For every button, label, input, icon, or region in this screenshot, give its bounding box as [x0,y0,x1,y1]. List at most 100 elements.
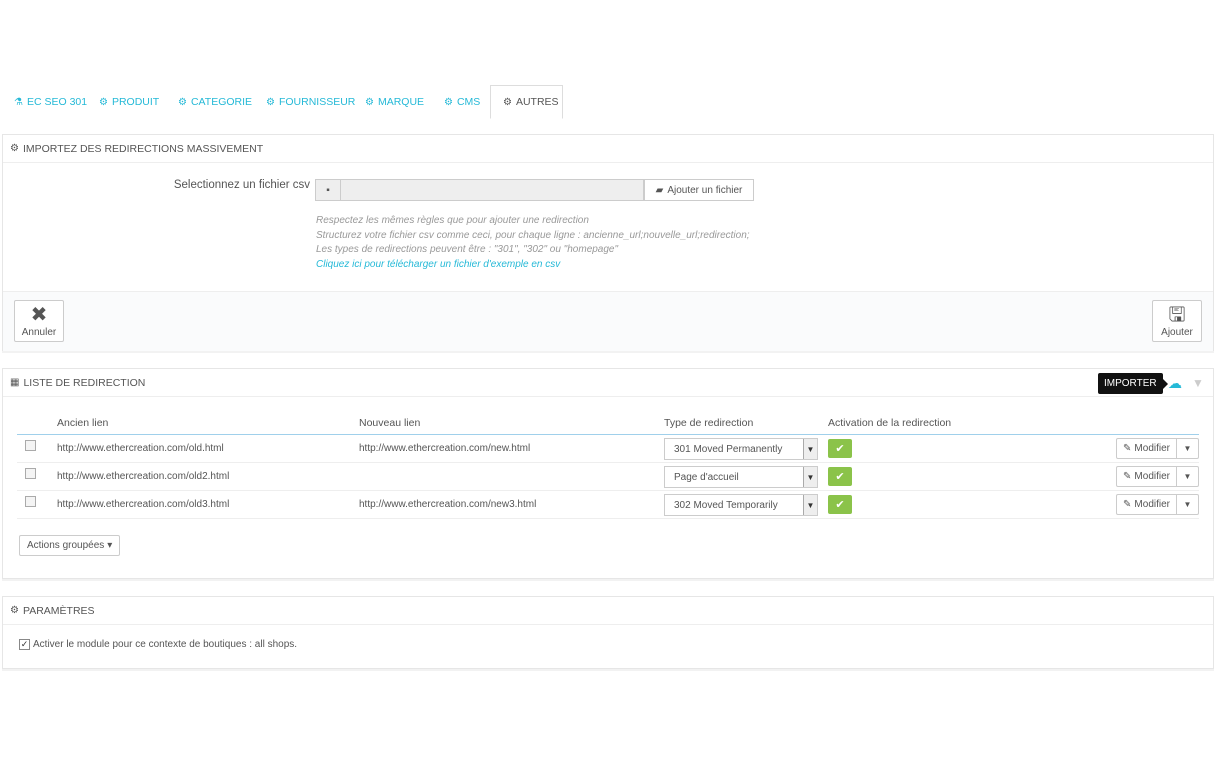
file-input-group: ▪ ▰ Ajouter un fichier [315,179,755,201]
tab-cms[interactable]: ⚙ CMS [444,85,480,119]
tab-label: CMS [456,96,481,108]
tab-categorie[interactable]: ⚙ CATEGORIE [178,85,252,119]
column-header: Type de redirection [664,412,828,435]
tab-bar: ⚗ EC SEO 301 ⚙ PRODUIT ⚙ CATEGORIE ⚙ FOU… [2,85,1214,119]
row-checkbox[interactable] [25,496,36,508]
cogs-icon: ⚙ [444,96,453,108]
tab-autres[interactable]: ⚙ AUTRES [490,85,563,119]
chevron-down-icon: ▼ [803,439,817,459]
help-line: Les types de redirections peuvent être :… [316,244,619,255]
row-checkbox[interactable] [25,468,36,480]
caret-down-icon[interactable]: ▼ [1177,437,1199,459]
new-url [359,462,664,491]
caret-down-icon[interactable]: ▼ [1177,465,1199,487]
module-active-row: ✓ Activer le module pour ce contexte de … [19,639,297,650]
redirect-type-select[interactable]: 302 Moved Temporarily ▼ [664,494,818,516]
add-label: Ajouter [1161,327,1193,338]
old-url: http://www.ethercreation.com/old2.html [57,462,359,491]
tab-label: MARQUE [377,96,425,108]
folder-open-icon: ▰ [655,184,664,196]
cogs-icon: ⚙ [266,96,275,108]
new-url: http://www.ethercreation.com/new3.html [359,490,664,519]
cancel-label: Annuler [21,327,57,338]
old-url: http://www.ethercreation.com/old.html [57,434,359,463]
tab-marque[interactable]: ⚙ MARQUE [365,85,424,119]
file-label: Selectionnez un fichier csv [173,179,310,191]
edit-button-group: ✎ Modifier ▼ [1028,437,1199,459]
table-row: http://www.ethercreation.com/old2.html P… [17,462,1199,491]
edit-button-group: ✎ Modifier ▼ [1028,465,1199,487]
redirect-table: Ancien lien Nouveau lien Type de redirec… [17,412,1199,519]
cogs-icon: ⚙ [503,96,512,108]
params-panel: ⚙ PARAMÈTRES ✓ Activer le module pour ce… [2,596,1214,669]
redirect-type-select[interactable]: Page d'accueil ▼ [664,466,818,488]
chevron-down-icon: ▼ [803,467,817,487]
redirect-type-value: 301 Moved Permanently [674,443,783,455]
import-panel: ⚙ IMPORTEZ DES REDIRECTIONS MASSIVEMENT … [2,134,1214,351]
tab-label: AUTRES [515,96,559,108]
help-line: Structurez votre fichier csv comme ceci,… [316,229,750,241]
panel-title: PARAMÈTRES [22,604,95,617]
new-url: http://www.ethercreation.com/new.html [359,434,664,463]
close-icon: ✖ [30,304,48,326]
redirect-list-panel: ▦ LISTE DE REDIRECTION IMPORTER ☁ ▼ Anci… [2,368,1214,579]
edit-label: Modifier [1134,442,1170,454]
panel-footer: ✖ Annuler 🖫 Ajouter [3,291,1213,351]
cogs-icon: ⚙ [99,96,108,108]
redirect-type-value: Page d'accueil [674,471,739,483]
edit-button[interactable]: ✎ Modifier [1116,437,1177,459]
pencil-icon: ✎ [1123,470,1132,482]
column-header: Nouveau lien [359,412,664,435]
edit-button[interactable]: ✎ Modifier [1116,465,1177,487]
tab-label: EC SEO 301 [26,96,88,108]
old-url: http://www.ethercreation.com/old3.html [57,490,359,519]
tab-produit[interactable]: ⚙ PRODUIT [99,85,159,119]
edit-button[interactable]: ✎ Modifier [1116,493,1177,515]
file-icon: ▪ [315,179,340,201]
file-input[interactable] [340,179,644,201]
bulk-actions-button[interactable]: Actions groupées ▾ [19,535,121,556]
column-header: Ancien lien [57,412,359,435]
download-example-link[interactable]: Cliquez ici pour télécharger un fichier … [316,258,750,273]
column-header: Activation de la redirection [828,412,1028,435]
panel-heading: ⚙ PARAMÈTRES [3,597,1213,625]
cancel-button[interactable]: ✖ Annuler [14,300,64,342]
row-checkbox[interactable] [25,440,36,452]
edit-label: Modifier [1134,498,1170,510]
add-file-button[interactable]: ▰ Ajouter un fichier [644,179,754,201]
redirect-type-value: 302 Moved Temporarily [674,499,778,511]
cloud-upload-icon[interactable]: ☁ [1168,375,1182,392]
select-column-header [17,412,57,435]
cogs-icon: ⚙ [10,143,19,154]
filter-icon[interactable]: ▼ [1192,376,1204,390]
table-header-row: Ancien lien Nouveau lien Type de redirec… [17,412,1199,435]
module-active-checkbox[interactable]: ✓ [19,639,30,650]
redirect-type-select[interactable]: 301 Moved Permanently ▼ [664,438,818,460]
active-check-icon[interactable]: ✔ [828,466,852,486]
panel-title: LISTE DE REDIRECTION [23,376,146,389]
add-button[interactable]: 🖫 Ajouter [1152,300,1202,342]
module-active-label: Activer le module pour ce contexte de bo… [33,639,298,650]
save-icon: 🖫 [1168,304,1186,326]
tab-fournisseur[interactable]: ⚙ FOURNISSEUR [266,85,355,119]
flask-icon: ⚗ [14,96,23,108]
tab-label: CATEGORIE [190,96,253,108]
panel-heading: ⚙ IMPORTEZ DES REDIRECTIONS MASSIVEMENT [3,135,1213,163]
bulk-actions-label: Actions groupées [27,540,105,551]
import-tooltip: IMPORTER [1098,373,1168,394]
table-row: http://www.ethercreation.com/old.html ht… [17,434,1199,463]
cogs-icon: ⚙ [365,96,374,108]
chevron-down-icon: ▼ [803,495,817,515]
table-row: http://www.ethercreation.com/old3.html h… [17,490,1199,519]
edit-button-group: ✎ Modifier ▼ [1028,493,1199,515]
caret-down-icon: ▾ [107,540,113,551]
tab-label: PRODUIT [111,96,160,108]
active-check-icon[interactable]: ✔ [828,494,852,514]
pencil-icon: ✎ [1123,442,1132,454]
cogs-icon: ⚙ [10,605,19,616]
pencil-icon: ✎ [1123,498,1132,510]
table-icon: ▦ [10,377,20,388]
caret-down-icon[interactable]: ▼ [1177,493,1199,515]
active-check-icon[interactable]: ✔ [828,438,852,458]
tab-ec-seo-301[interactable]: ⚗ EC SEO 301 [14,85,87,119]
